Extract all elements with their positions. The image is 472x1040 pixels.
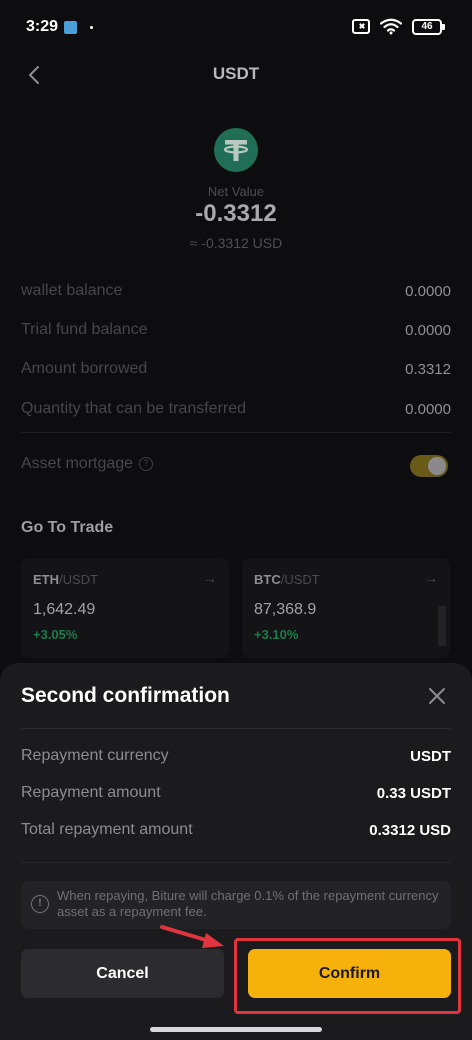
pair-quote: /USDT [280,572,320,587]
trade-change: +3.05% [33,627,78,642]
asset-mortgage-row: Asset mortgage ? [21,452,451,476]
second-confirmation-sheet: Second confirmation Repayment currency U… [0,663,472,1040]
divider [21,432,451,433]
repayment-fee-notice: ! When repaying, Biture will charge 0.1%… [21,881,451,929]
trade-card-eth[interactable]: ETH/USDT → 1,642.49 +3.05% [21,558,229,658]
trial-fund-row: Trial fund balance 0.0000 [21,318,451,342]
divider [21,862,451,863]
asset-mortgage-label: Asset mortgage [21,455,134,472]
notice-text: When repaying, Biture will charge 0.1% o… [57,888,439,919]
repayment-currency-row: Repayment currency USDT [21,744,451,768]
row-value: 0.33 USDT [376,784,451,802]
trade-pair: BTC/USDT [254,572,438,587]
cancel-button[interactable]: Cancel [21,949,224,998]
trade-pair: ETH/USDT [33,572,217,587]
row-label: Repayment amount [21,784,161,801]
transferable-quantity-row: Quantity that can be transferred 0.0000 [21,397,451,421]
page-title: USDT [212,64,260,83]
go-to-trade-title: Go To Trade [21,519,114,536]
arrow-right-icon: → [203,570,217,586]
row-label: Total repayment amount [21,821,193,838]
battery-indicator: 46 [412,18,445,35]
notification-app-icon [64,21,77,34]
home-indicator[interactable] [150,1027,322,1032]
amount-borrowed-row: Amount borrowed 0.3312 [21,357,451,381]
trade-price: 87,368.9 [254,601,317,618]
dialog-title: Second confirmation [21,684,230,707]
pair-base: ETH [33,572,59,587]
row-value: 0.3312 USD [369,821,451,839]
trade-card-btc[interactable]: BTC/USDT → 87,368.9 +3.10% [242,558,450,658]
balance-label: Quantity that can be transferred [21,400,247,417]
net-value-label: Net Value [207,184,265,199]
row-value: USDT [410,747,451,765]
balance-label: Amount borrowed [21,360,148,377]
confirm-button[interactable]: Confirm [248,949,451,998]
close-icon [429,688,445,704]
trade-change: +3.10% [254,627,299,642]
balance-value: 0.0000 [405,282,451,300]
status-bar: 3:29 46 [0,0,472,56]
status-time: 3:29 [26,18,59,35]
no-sim-icon [352,19,370,34]
net-value-fiat: ≈ -0.3312 USD [189,235,283,251]
scrollbar[interactable] [438,606,446,646]
exclamation-circle-icon: ! [31,895,49,913]
divider [21,728,451,729]
asset-mortgage-toggle[interactable] [410,455,448,477]
row-label: Repayment currency [21,747,169,764]
arrow-right-icon: → [424,570,438,586]
pointer-arrow-icon [160,925,224,948]
toggle-knob [428,457,446,475]
balance-label: wallet balance [21,282,123,299]
status-icons: 46 [352,18,445,35]
pair-base: BTC [254,572,281,587]
tether-logo-icon [214,128,258,172]
balance-label: Trial fund balance [21,321,148,338]
net-value: -0.3312 [195,200,277,227]
pair-quote: /USDT [59,572,98,587]
wifi-icon [380,18,402,35]
close-button[interactable] [426,685,448,707]
wallet-balance-row: wallet balance 0.0000 [21,279,451,303]
question-circle-icon[interactable]: ? [139,457,154,471]
balance-value: 0.3312 [405,360,451,378]
asset-mortgage-label-group: Asset mortgage ? [21,455,154,473]
trade-price: 1,642.49 [33,601,96,618]
balance-value: 0.0000 [405,400,451,418]
repayment-amount-row: Repayment amount 0.33 USDT [21,781,451,805]
total-repayment-row: Total repayment amount 0.3312 USD [21,818,451,842]
notification-dot-icon [90,26,93,29]
balance-value: 0.0000 [405,321,451,339]
